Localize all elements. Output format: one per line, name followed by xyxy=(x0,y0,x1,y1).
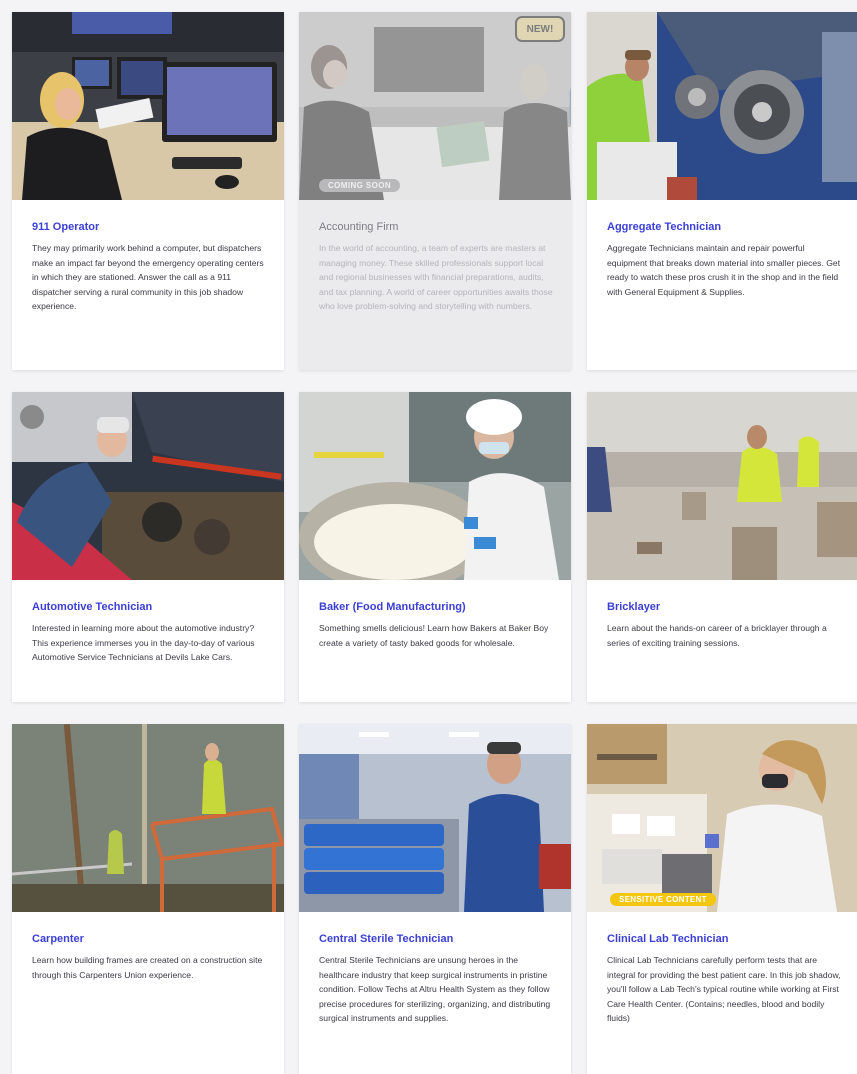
card-title: Baker (Food Manufacturing) xyxy=(319,601,466,613)
robot-mascot-icon xyxy=(474,50,571,127)
card-image-bricklayer xyxy=(587,392,857,580)
card-title: Carpenter xyxy=(32,933,84,945)
aggregate-photo xyxy=(587,12,857,200)
card-title: Clinical Lab Technician xyxy=(607,933,729,945)
card-clinical-lab-technician[interactable]: SENSITIVE CONTENT Clinical Lab Technicia… xyxy=(587,724,857,1074)
card-description: Something smells delicious! Learn how Ba… xyxy=(319,623,549,648)
card-central-sterile-technician[interactable]: Central Sterile Technician Central Steri… xyxy=(299,724,571,1074)
card-image-accounting-firm: NEW! COMING SOON xyxy=(299,12,571,200)
card-description: Aggregate Technicians maintain and repai… xyxy=(607,243,841,297)
new-badge: NEW! xyxy=(509,16,565,56)
automotive-photo xyxy=(12,392,284,580)
card-title: Automotive Technician xyxy=(32,601,153,613)
card-image-carpenter xyxy=(12,724,284,912)
bricklayer-photo xyxy=(587,392,857,580)
sensitive-content-badge: SENSITIVE CONTENT xyxy=(610,893,716,906)
card-description: Learn how building frames are created on… xyxy=(32,955,263,980)
card-911-operator[interactable]: 911 Operator They may primarily work beh… xyxy=(12,12,284,370)
baker-photo xyxy=(299,392,571,580)
coming-soon-badge: COMING SOON xyxy=(319,179,401,192)
card-image-911-operator xyxy=(12,12,284,200)
card-description: Clinical Lab Technicians carefully perfo… xyxy=(607,955,841,1024)
carpenter-photo xyxy=(12,724,284,912)
card-automotive-technician[interactable]: Automotive Technician Interested in lear… xyxy=(12,392,284,702)
card-description: Learn about the hands-on career of a bri… xyxy=(607,623,827,648)
card-bricklayer[interactable]: Bricklayer Learn about the hands-on care… xyxy=(587,392,857,702)
card-image-automotive-technician xyxy=(12,392,284,580)
card-title: Central Sterile Technician xyxy=(319,933,454,945)
card-image-central-sterile-technician xyxy=(299,724,571,912)
card-image-aggregate-technician xyxy=(587,12,857,200)
card-title: Accounting Firm xyxy=(319,221,399,233)
card-accounting-firm: NEW! COMING SOON Accounting Firm In the … xyxy=(299,12,571,370)
dispatcher-photo xyxy=(12,12,284,200)
card-description: They may primarily work behind a compute… xyxy=(32,243,264,312)
card-image-baker xyxy=(299,392,571,580)
card-aggregate-technician[interactable]: Aggregate Technician Aggregate Technicia… xyxy=(587,12,857,370)
sterile-tech-photo xyxy=(299,724,571,912)
card-description: Interested in learning more about the au… xyxy=(32,623,255,663)
card-description: In the world of accounting, a team of ex… xyxy=(319,243,553,312)
card-title: Bricklayer xyxy=(607,601,661,613)
new-badge-label: NEW! xyxy=(515,16,565,42)
lab-tech-photo xyxy=(587,724,857,912)
card-title: 911 Operator xyxy=(32,221,100,233)
card-carpenter[interactable]: Carpenter Learn how building frames are … xyxy=(12,724,284,1074)
card-baker[interactable]: Baker (Food Manufacturing) Something sme… xyxy=(299,392,571,702)
card-description: Central Sterile Technicians are unsung h… xyxy=(319,955,551,1024)
card-title: Aggregate Technician xyxy=(607,221,722,233)
card-image-clinical-lab-technician: SENSITIVE CONTENT xyxy=(587,724,857,912)
job-shadow-grid: 911 Operator They may primarily work beh… xyxy=(12,12,857,1074)
